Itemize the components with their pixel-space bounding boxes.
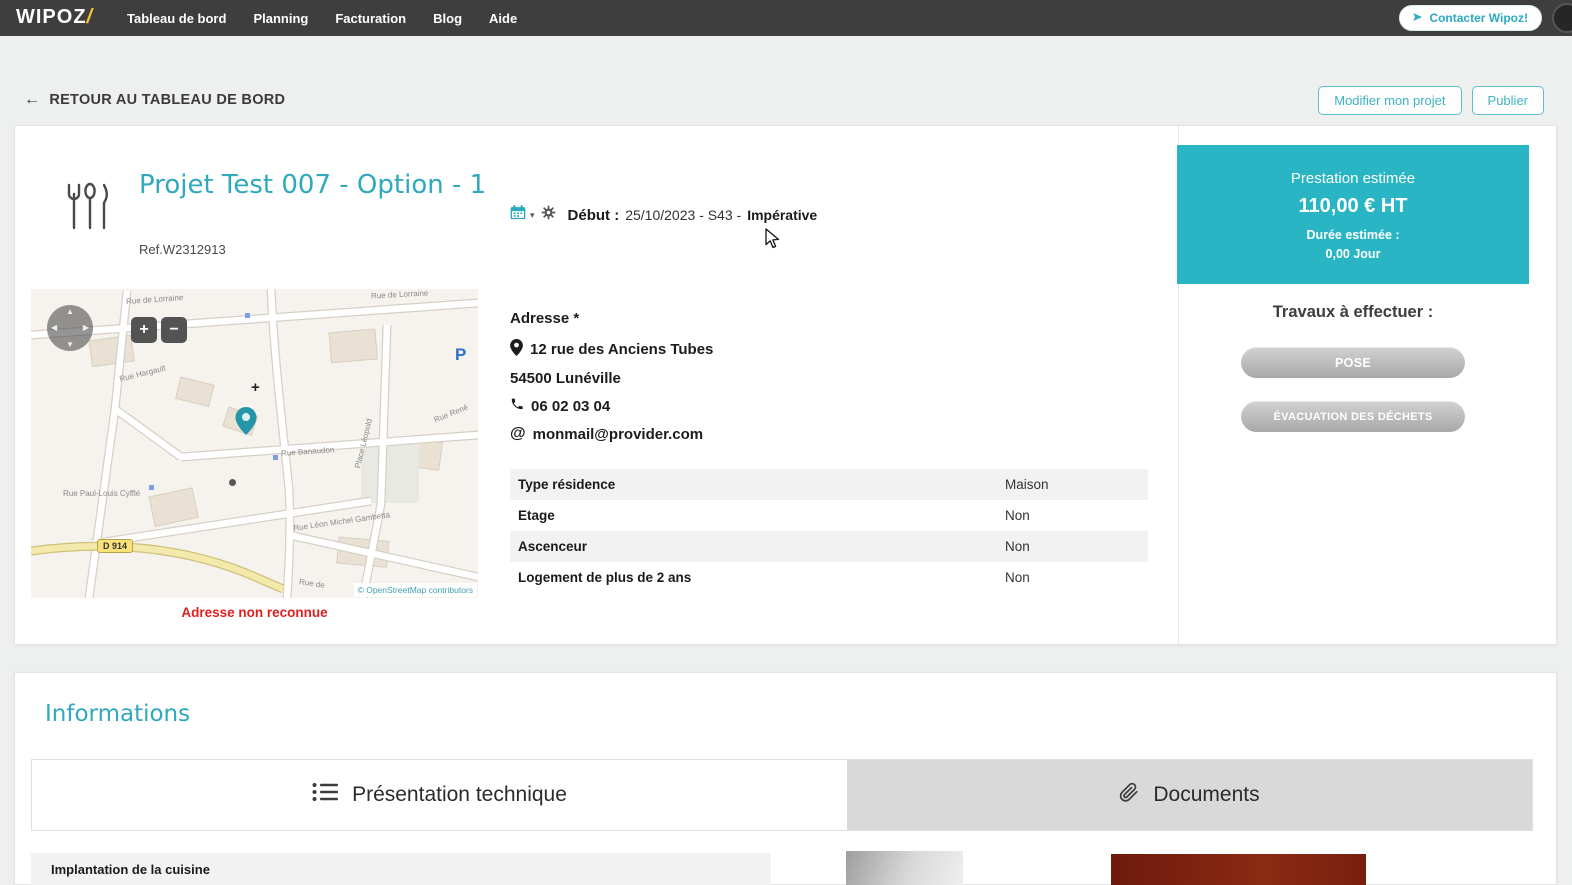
project-actions: Modifier mon projet Publier: [1318, 86, 1544, 115]
project-card: Projet Test 007 - Option - 1 Ref.W231291…: [14, 125, 1557, 645]
send-arrow-icon: [1413, 11, 1423, 25]
detail-value: Non: [1005, 508, 1030, 523]
map-pan-control[interactable]: ▲ ▼ ◀ ▶: [47, 305, 93, 351]
map-street-label: Rue Paul-Louis Cyfflé: [63, 489, 141, 498]
email-line: @ monmail@provider.com: [510, 425, 713, 443]
detail-label: Ascenceur: [518, 539, 588, 554]
pan-down-icon[interactable]: ▼: [66, 340, 74, 349]
tab-documents[interactable]: Documents: [847, 760, 1532, 830]
informations-tabs: Présentation technique Documents: [31, 759, 1533, 831]
nav-item-planning[interactable]: Planning: [253, 11, 308, 26]
detail-value: Maison: [1005, 477, 1049, 492]
address-city: 54500 Lunéville: [510, 370, 621, 387]
estimate-duration-value: 0,00 Jour: [1325, 247, 1381, 261]
contact-wipoz-label: Contacter Wipoz!: [1429, 11, 1528, 25]
table-row: Etage Non: [510, 500, 1148, 531]
church-cross-icon: +: [251, 379, 260, 396]
address-block: Adresse * 12 rue des Anciens Tubes 54500…: [510, 310, 713, 453]
detail-value: Non: [1005, 539, 1030, 554]
nav-menu: Tableau de bord Planning Facturation Blo…: [127, 0, 517, 36]
gear-icon[interactable]: [541, 205, 556, 225]
work-tag-pose[interactable]: POSE: [1241, 347, 1465, 378]
wipoz-logo[interactable]: WIPOZ/: [16, 6, 93, 29]
pan-up-icon[interactable]: ▲: [66, 307, 74, 316]
project-start-row: ▾ Début : 25/10/2023 - S43 - Impérative: [510, 205, 817, 225]
location-pin-icon: [510, 339, 523, 360]
at-icon: @: [510, 425, 526, 442]
nav-item-facturation[interactable]: Facturation: [335, 11, 406, 26]
map-zoom-in-button[interactable]: +: [131, 317, 157, 343]
estimate-card: Prestation estimée 110,00 € HT Durée est…: [1177, 145, 1529, 284]
table-row: Ascenceur Non: [510, 531, 1148, 562]
start-date-value: 25/10/2023 - S43 -: [625, 207, 742, 223]
detail-value: Non: [1005, 570, 1030, 585]
nav-item-aide[interactable]: Aide: [489, 11, 517, 26]
paperclip-icon: [1119, 781, 1139, 810]
informations-title: Informations: [45, 701, 191, 727]
pan-left-icon[interactable]: ◀: [51, 323, 57, 332]
start-date-label: Début :: [567, 206, 620, 224]
phone-icon: [510, 397, 524, 415]
email-address: monmail@provider.com: [532, 425, 704, 443]
phone-line: 06 02 03 04: [510, 397, 713, 415]
work-tag-evacuation[interactable]: ÉVACUATION DES DÉCHETS: [1241, 401, 1465, 432]
section-row-implantation[interactable]: Implantation de la cuisine: [31, 853, 771, 885]
back-to-dashboard-link[interactable]: ← RETOUR AU TABLEAU DE BORD: [24, 91, 285, 109]
modify-project-button[interactable]: Modifier mon projet: [1318, 86, 1462, 115]
residence-details-table: Type résidence Maison Etage Non Ascenceu…: [510, 469, 1148, 593]
start-date-flag: Impérative: [747, 207, 818, 223]
detail-label: Etage: [518, 508, 555, 523]
calendar-icon[interactable]: [510, 205, 526, 225]
address-street: 12 rue des Anciens Tubes: [530, 341, 714, 358]
page: WIPOZ/ Tableau de bord Planning Facturat…: [0, 0, 1572, 885]
estimate-amount: 110,00 € HT: [1298, 195, 1408, 217]
project-reference: Ref.W2312913: [139, 242, 226, 257]
tab-presentation-label: Présentation technique: [352, 783, 567, 806]
pan-right-icon[interactable]: ▶: [83, 323, 89, 332]
back-arrow-icon: ←: [24, 91, 41, 108]
logo-slash: /: [86, 6, 94, 28]
estimate-title: Prestation estimée: [1290, 170, 1416, 187]
back-to-dashboard-label: RETOUR AU TABLEAU DE BORD: [49, 92, 286, 108]
list-icon: [312, 782, 339, 808]
table-row: Logement de plus de 2 ans Non: [510, 562, 1148, 593]
map-attribution[interactable]: © OpenStreetMap contributors: [353, 583, 477, 597]
poi-dot-icon: [229, 479, 236, 486]
map[interactable]: Rue de Lorraine Rue de Lorraine Rue Harg…: [31, 289, 478, 598]
tab-presentation-technique[interactable]: Présentation technique: [32, 760, 847, 830]
tab-documents-label: Documents: [1153, 783, 1260, 806]
road-ref-badge: D 914: [97, 539, 134, 553]
nav-item-blog[interactable]: Blog: [433, 11, 462, 26]
calendar-dropdown-caret-icon[interactable]: ▾: [530, 210, 535, 221]
logo-text: WIPOZ: [16, 6, 87, 28]
kitchen-cutlery-icon: [59, 181, 113, 238]
address-city-line: 54500 Lunéville: [510, 370, 713, 387]
address-street-line: 12 rue des Anciens Tubes: [510, 339, 713, 360]
contact-wipoz-button[interactable]: Contacter Wipoz!: [1399, 5, 1542, 31]
table-row: Type résidence Maison: [510, 469, 1148, 500]
document-thumbnail[interactable]: [846, 851, 963, 885]
project-title: Projet Test 007 - Option - 1: [139, 170, 487, 200]
poi-square-icon: [149, 485, 154, 490]
document-thumbnail[interactable]: [1111, 854, 1366, 885]
avatar[interactable]: [1552, 3, 1572, 33]
address-error-message: Adresse non reconnue: [181, 605, 328, 620]
works-heading: Travaux à effectuer :: [1272, 303, 1434, 321]
estimate-duration-label: Durée estimée :: [1306, 228, 1400, 242]
poi-square-icon: [245, 313, 250, 318]
nav-item-tableau-de-bord[interactable]: Tableau de bord: [127, 11, 226, 26]
navbar: WIPOZ/ Tableau de bord Planning Facturat…: [0, 0, 1572, 36]
informations-card: Informations Présentation technique Docu…: [14, 672, 1557, 885]
detail-label: Type résidence: [518, 477, 616, 492]
detail-label: Logement de plus de 2 ans: [518, 570, 692, 585]
poi-square-icon: [273, 455, 278, 460]
phone-number: 06 02 03 04: [531, 397, 611, 415]
map-location-marker-icon: [235, 407, 257, 440]
publish-button[interactable]: Publier: [1471, 86, 1544, 115]
map-zoom-out-button[interactable]: −: [161, 317, 187, 343]
address-heading: Adresse *: [510, 310, 580, 327]
parking-icon: P: [455, 345, 467, 364]
